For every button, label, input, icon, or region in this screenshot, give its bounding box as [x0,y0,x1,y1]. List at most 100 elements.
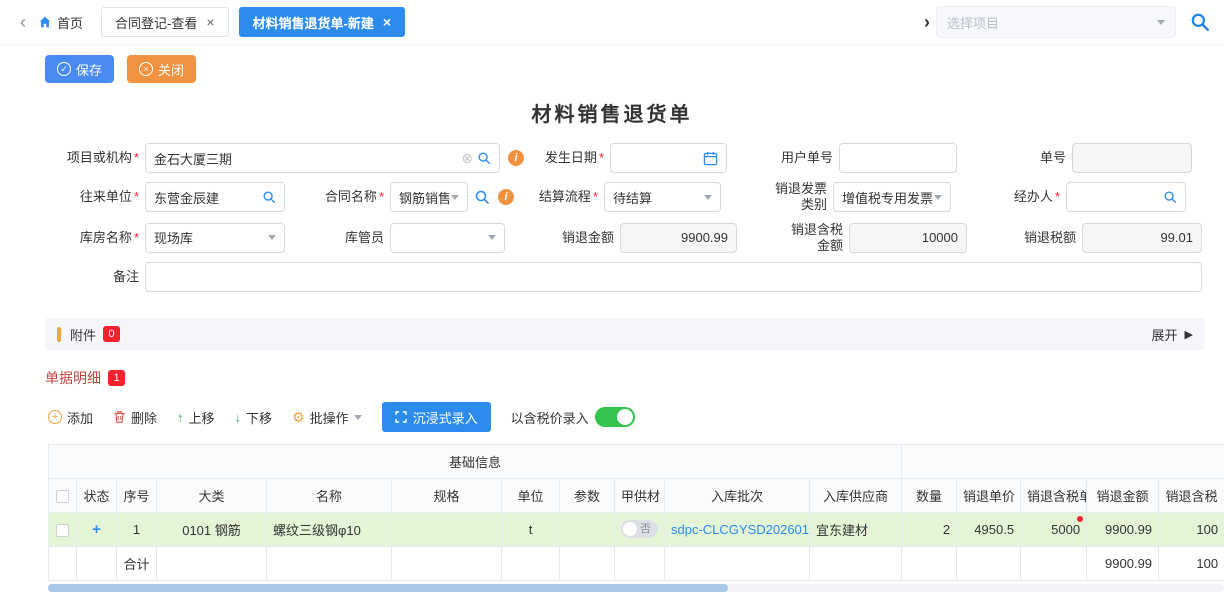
contract-select[interactable]: 钢筋销售 [390,182,468,212]
horizontal-scrollbar-track[interactable] [48,584,1224,592]
immersive-label: 沉浸式录入 [413,408,478,427]
tab-home[interactable]: 首页 [38,13,83,32]
row-checkbox[interactable] [56,524,69,537]
total-empty-cell [392,547,502,581]
total-empty-cell [665,547,810,581]
tab-material-return-new[interactable]: 材料销售退货单-新建 × [239,7,406,37]
batch-operation-button[interactable]: ⚙ 批操作 [292,408,362,427]
invoice-type-select[interactable]: 增值税专用发票 [833,182,951,212]
remark-field[interactable] [145,262,1202,292]
row-select-cell [49,513,77,547]
tab-contract-view[interactable]: 合同登记-查看 × [101,7,229,37]
row-supplier-cell[interactable]: 宜东建材 [810,513,902,547]
project-select[interactable]: 选择项目 [936,6,1176,38]
settlement-select[interactable]: 待结算 [604,182,721,212]
search-icon[interactable] [1163,190,1177,204]
user-no-field[interactable] [839,143,957,173]
expand-button[interactable]: 展开 ▶ [1152,325,1193,344]
info-icon [508,150,524,166]
invoice-type-value: 增值税专用发票 [842,188,934,207]
handler-field[interactable] [1066,182,1186,212]
tab-detail[interactable]: 单据明细 1 [45,368,125,388]
clear-icon[interactable]: ⊗ [461,151,473,165]
row-status-cell[interactable]: + [77,513,117,547]
project-input[interactable] [154,151,461,166]
date-input[interactable] [619,151,703,166]
contract-search-button[interactable] [474,189,490,205]
form-row-2: 往来单位 合同名称 钢筋销售 结算流程 待结算 销退发票类别 增值税专用发票 经… [0,181,1205,214]
home-icon [38,15,52,29]
add-row-button[interactable]: + 添加 [48,408,93,427]
table-row[interactable]: + 1 0101 钢筋 螺纹三级钢φ10 t 否 sdpc-CLCGYSD202… [49,513,1224,547]
close-label: 关闭 [158,60,184,79]
row-amount-tax-cell[interactable]: 100 [1159,513,1224,547]
chevron-down-icon [488,235,496,240]
delete-row-button[interactable]: 删除 [113,408,157,427]
arrow-up-icon: ↑ [177,410,184,425]
close-circle-icon: × [139,62,153,76]
col-seq: 序号 [117,479,157,513]
col-amount: 销退金额 [1087,479,1159,513]
row-price-tax-cell[interactable]: 5000 [1021,513,1087,547]
total-empty-cell [902,547,957,581]
save-button[interactable]: ✓ 保存 [45,55,114,83]
owner-supplied-value: 否 [640,524,651,535]
settlement-value: 待结算 [613,188,704,207]
trash-icon [113,410,126,424]
chevron-down-icon [934,195,942,200]
col-price: 销退单价 [957,479,1021,513]
select-all-checkbox[interactable] [56,490,69,503]
detail-count-badge: 1 [108,370,125,386]
warehouse-select[interactable]: 现场库 [145,223,285,253]
row-amount-cell[interactable]: 9900.99 [1087,513,1159,547]
user-no-input[interactable] [848,151,948,166]
tabs-scroll-left-icon[interactable]: ‹ [14,13,32,31]
row-price-cell[interactable]: 4950.5 [957,513,1021,547]
calendar-icon[interactable] [703,151,718,166]
page-title: 材料销售退货单 [0,98,1224,127]
handler-input[interactable] [1075,190,1163,205]
amount-tax-value: 10000 [922,230,958,245]
row-owner-supplied-cell: 否 [615,513,665,547]
batch-link[interactable]: sdpc-CLCGYSD202601 [671,522,809,537]
check-circle-icon: ✓ [57,62,71,76]
move-up-button[interactable]: ↑ 上移 [177,408,215,427]
row-category-cell[interactable]: 0101 钢筋 [157,513,267,547]
global-search-icon[interactable] [1190,12,1210,32]
project-label: 项目或机构 [0,150,145,166]
date-field[interactable] [610,143,727,173]
remark-input[interactable] [154,270,1193,285]
tax-field: 99.01 [1082,223,1202,253]
tab-bar: ‹ 首页 合同登记-查看 × 材料销售退货单-新建 × › 选择项目 [0,0,1224,45]
horizontal-scrollbar-thumb[interactable] [48,584,728,592]
row-spec-cell[interactable] [392,513,502,547]
total-empty-cell [267,547,392,581]
row-qty-cell[interactable]: 2 [902,513,957,547]
immersive-entry-button[interactable]: 沉浸式录入 [382,402,491,432]
total-empty-cell [49,547,77,581]
save-label: 保存 [76,60,102,79]
close-button[interactable]: × 关闭 [127,55,196,83]
tabs-scroll-right-icon[interactable]: › [918,13,936,31]
project-field[interactable]: ⊗ [145,143,500,173]
counterparty-field[interactable] [145,182,285,212]
amount-tax-label: 销退含税金额 [737,222,849,255]
total-empty-cell [157,547,267,581]
counterparty-input[interactable] [154,190,262,205]
tax-entry-toggle[interactable] [595,407,635,427]
attachment-count-badge: 0 [103,326,120,342]
edited-flag-icon [1077,516,1083,522]
move-down-button[interactable]: ↓ 下移 [235,408,273,427]
search-icon[interactable] [477,151,491,165]
row-batch-cell: sdpc-CLCGYSD202601 [665,513,810,547]
row-name-cell[interactable]: 螺纹三级钢φ10 [267,513,392,547]
attachment-bar[interactable]: 附件 0 展开 ▶ [45,318,1205,350]
search-icon[interactable] [262,190,276,204]
row-param-cell[interactable] [560,513,615,547]
close-icon[interactable]: × [383,15,391,29]
close-icon[interactable]: × [206,15,214,29]
owner-supplied-toggle[interactable]: 否 [621,520,658,538]
keeper-select[interactable] [390,223,505,253]
total-empty-cell [615,547,665,581]
row-unit-cell[interactable]: t [502,513,560,547]
